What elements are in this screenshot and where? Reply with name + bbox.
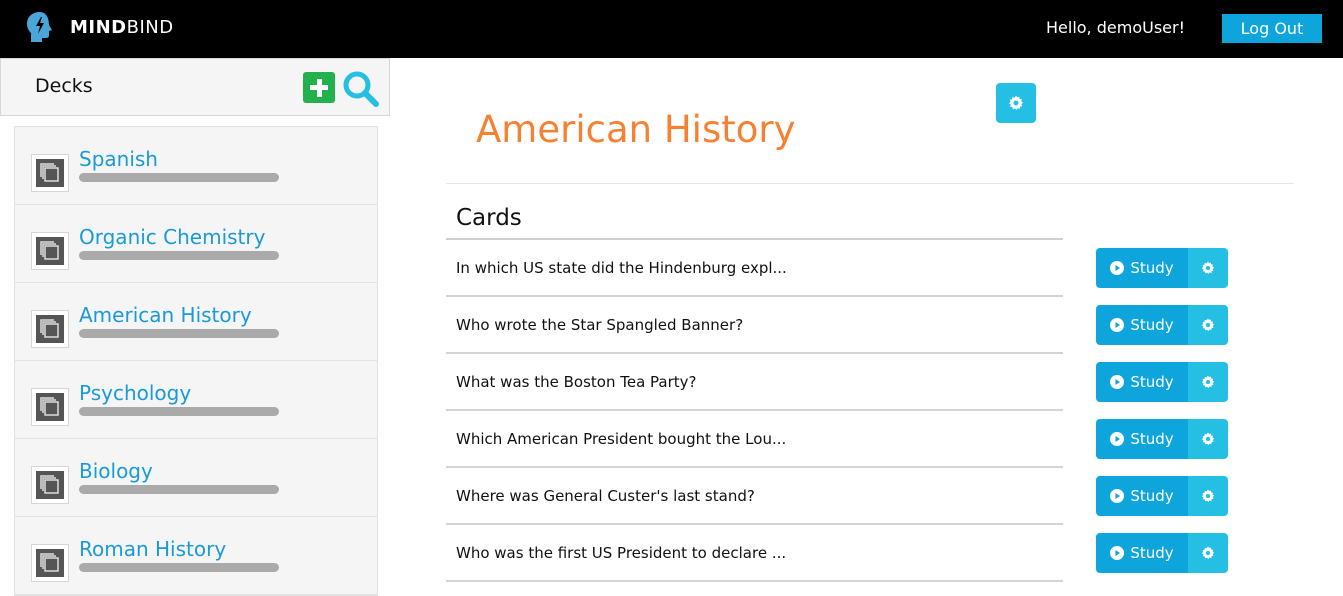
play-circle-icon: [1110, 546, 1125, 560]
cards-heading: Cards: [456, 205, 522, 231]
play-circle-icon: [1110, 318, 1125, 332]
deck-name[interactable]: Organic Chemistry: [79, 225, 265, 249]
deck-title: American History: [476, 108, 796, 151]
stacked-cards-icon: [31, 388, 69, 426]
study-button[interactable]: Study: [1096, 248, 1188, 288]
play-circle-icon: [1110, 432, 1125, 446]
deck-progress-bar: [79, 485, 279, 494]
card-settings-button[interactable]: [1188, 248, 1228, 288]
gear-icon: [1009, 95, 1023, 110]
deck-name[interactable]: American History: [79, 303, 252, 327]
deck-item-american-history[interactable]: American History: [15, 283, 377, 361]
search-icon[interactable]: [341, 69, 381, 109]
study-label: Study: [1130, 259, 1174, 277]
card-settings-button[interactable]: [1188, 476, 1228, 516]
study-button[interactable]: Study: [1096, 533, 1188, 573]
divider: [446, 183, 1294, 184]
card-actions: Study: [1096, 305, 1228, 345]
user-greeting: Hello, demoUser!: [1046, 18, 1185, 37]
brand-name-light: BIND: [126, 16, 174, 38]
card-question: Who was the first US President to declar…: [456, 544, 787, 562]
deck-progress-bar: [79, 329, 279, 338]
brand-name-bold: MIND: [70, 16, 127, 38]
gear-icon: [1201, 432, 1215, 446]
deck-item-spanish[interactable]: Spanish: [15, 127, 377, 205]
study-label: Study: [1130, 373, 1174, 391]
card-settings-button[interactable]: [1188, 362, 1228, 402]
card-actions: Study: [1096, 533, 1228, 573]
gear-icon: [1201, 375, 1215, 389]
deck-item-psychology[interactable]: Psychology: [15, 361, 377, 439]
study-button[interactable]: Study: [1096, 362, 1188, 402]
top-navbar: MINDBIND Hello, demoUser! Log Out: [0, 0, 1343, 58]
play-circle-icon: [1110, 375, 1125, 389]
deck-name[interactable]: Roman History: [79, 537, 226, 561]
card-question: What was the Boston Tea Party?: [456, 373, 697, 391]
card-row: Which American President bought the Lou.…: [446, 411, 1063, 468]
card-row: In which US state did the Hindenburg exp…: [446, 240, 1063, 297]
card-question: Where was General Custer's last stand?: [456, 487, 755, 505]
add-deck-button[interactable]: [303, 72, 335, 103]
card-settings-button[interactable]: [1188, 305, 1228, 345]
card-question: In which US state did the Hindenburg exp…: [456, 259, 787, 277]
stacked-cards-icon: [31, 466, 69, 504]
card-settings-button[interactable]: [1188, 533, 1228, 573]
decks-title: Decks: [35, 75, 93, 97]
study-button[interactable]: Study: [1096, 476, 1188, 516]
brand-name: MINDBIND: [70, 17, 174, 38]
deck-list: Spanish Organic Chemistry American Histo…: [14, 126, 378, 596]
study-label: Study: [1130, 487, 1174, 505]
deck-progress-bar: [79, 251, 279, 260]
card-question: Who wrote the Star Spangled Banner?: [456, 316, 744, 334]
card-row: Who was the first US President to declar…: [446, 525, 1063, 582]
card-question: Which American President bought the Lou.…: [456, 430, 787, 448]
card-row: Where was General Custer's last stand?: [446, 468, 1063, 525]
gear-icon: [1201, 318, 1215, 332]
gear-icon: [1201, 489, 1215, 503]
card-actions: Study: [1096, 419, 1228, 459]
study-button[interactable]: Study: [1096, 419, 1188, 459]
deck-item-biology[interactable]: Biology: [15, 439, 377, 517]
study-label: Study: [1130, 316, 1174, 334]
card-actions: Study: [1096, 362, 1228, 402]
brain-logo-icon: [27, 12, 52, 42]
deck-progress-bar: [79, 407, 279, 416]
card-settings-button[interactable]: [1188, 419, 1228, 459]
play-circle-icon: [1110, 261, 1125, 275]
decks-header: Decks: [0, 58, 390, 116]
play-circle-icon: [1110, 489, 1125, 503]
card-actions: Study: [1096, 248, 1228, 288]
deck-progress-bar: [79, 173, 279, 182]
study-button[interactable]: Study: [1096, 305, 1188, 345]
deck-item-organic-chemistry[interactable]: Organic Chemistry: [15, 205, 377, 283]
brand[interactable]: MINDBIND: [24, 10, 174, 44]
stacked-cards-icon: [31, 154, 69, 192]
gear-icon: [1201, 546, 1215, 560]
logout-button[interactable]: Log Out: [1222, 14, 1322, 43]
deck-name[interactable]: Psychology: [79, 381, 191, 405]
card-row: What was the Boston Tea Party?: [446, 354, 1063, 411]
deck-item-roman-history[interactable]: Roman History: [15, 517, 377, 595]
deck-progress-bar: [79, 563, 279, 572]
study-label: Study: [1130, 430, 1174, 448]
gear-icon: [1201, 261, 1215, 275]
card-actions: Study: [1096, 476, 1228, 516]
deck-name[interactable]: Spanish: [79, 147, 158, 171]
deck-settings-button[interactable]: [996, 83, 1036, 123]
stacked-cards-icon: [31, 232, 69, 270]
deck-name[interactable]: Biology: [79, 459, 153, 483]
study-label: Study: [1130, 544, 1174, 562]
stacked-cards-icon: [31, 544, 69, 582]
card-row: Who wrote the Star Spangled Banner?: [446, 297, 1063, 354]
stacked-cards-icon: [31, 310, 69, 348]
